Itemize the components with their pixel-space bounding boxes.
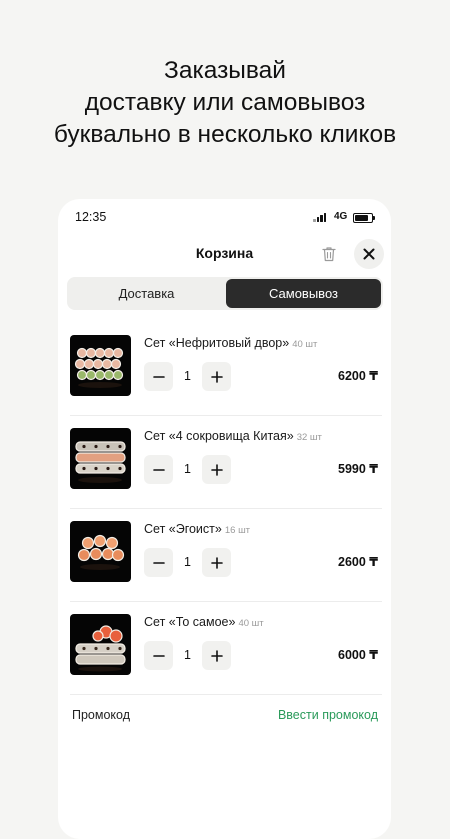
increase-button[interactable] [202,455,231,484]
headline-line-1: Заказывай [164,57,286,84]
phone-screen: 12:35 4G Корзина Доставка Самовывоз Сет … [58,199,391,839]
cart-item: Сет «Нефритовый двор» 40 шт 1 6200 ₸ [58,323,391,416]
cart-items: Сет «Нефритовый двор» 40 шт 1 6200 ₸ Сет… [58,323,391,695]
quantity-stepper: 1 [144,641,234,671]
product-price: 2600 ₸ [338,555,378,569]
quantity-value: 1 [184,555,191,569]
product-image[interactable] [70,335,131,396]
status-time: 12:35 [75,210,107,224]
trash-icon[interactable] [320,245,338,263]
headline-line-3: буквально в несколько кликов [53,121,397,148]
product-price: 6000 ₸ [338,648,378,662]
quantity-stepper: 1 [144,362,234,392]
tab-pickup[interactable]: Самовывоз [226,279,381,308]
product-price: 6200 ₸ [338,369,378,383]
cart-item: Сет «То самое» 40 шт 1 6000 ₸ [58,602,391,695]
decrease-button[interactable] [144,455,173,484]
product-image[interactable] [70,614,131,675]
enter-promo-code-link[interactable]: Ввести промокод [278,708,378,722]
quantity-stepper: 1 [144,455,234,485]
promo-code-label: Промокод [72,708,131,722]
product-image[interactable] [70,428,131,489]
cart-item: Сет «Эгоист» 16 шт 1 2600 ₸ [58,509,391,602]
product-pieces: 32 шт [296,432,322,443]
product-name: Сет «То самое» 40 шт [144,615,264,629]
product-pieces: 40 шт [238,618,264,629]
minus-icon [152,468,165,471]
increase-button[interactable] [202,362,231,391]
quantity-value: 1 [184,462,191,476]
plus-icon [210,370,223,383]
increase-button[interactable] [202,548,231,577]
tab-delivery[interactable]: Доставка [69,279,224,308]
plus-icon [210,556,223,569]
product-price: 5990 ₸ [338,462,378,476]
quantity-stepper: 1 [144,548,234,578]
decrease-button[interactable] [144,641,173,670]
close-icon [363,248,375,260]
promo-headline: Заказывай доставку или самовывоз букваль… [0,55,450,151]
product-image[interactable] [70,521,131,582]
delivery-mode-switch: Доставка Самовывоз [67,277,383,310]
page-title: Корзина [195,245,254,261]
product-name: Сет «Эгоист» 16 шт [144,522,251,536]
battery-icon [353,213,375,223]
divider [70,694,382,695]
decrease-button[interactable] [144,362,173,391]
product-name: Сет «4 сокровища Китая» 32 шт [144,429,322,443]
network-type: 4G [334,211,348,222]
cart-item: Сет «4 сокровища Китая» 32 шт 1 5990 ₸ [58,416,391,509]
increase-button[interactable] [202,641,231,670]
product-pieces: 16 шт [224,525,251,536]
minus-icon [152,375,165,378]
quantity-value: 1 [184,648,191,662]
quantity-value: 1 [184,369,191,383]
plus-icon [210,649,223,662]
status-bar: 12:35 4G [58,199,391,235]
minus-icon [152,654,165,657]
close-button[interactable] [354,239,384,269]
minus-icon [152,561,165,564]
product-name: Сет «Нефритовый двор» 40 шт [144,336,318,350]
signal-icon [313,213,329,222]
product-pieces: 40 шт [292,339,318,350]
decrease-button[interactable] [144,548,173,577]
headline-line-2: доставку или самовывоз [84,89,366,116]
plus-icon [210,463,223,476]
